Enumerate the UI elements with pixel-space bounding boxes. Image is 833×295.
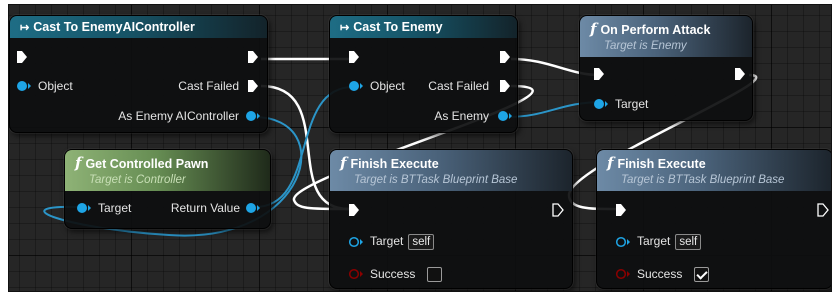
node-title: Cast To EnemyAIController: [33, 20, 195, 34]
blueprint-graph-canvas[interactable]: ↦ Cast To EnemyAIController Object Cast F…: [8, 4, 832, 292]
get-controlled-pawn-node[interactable]: f Get Controlled Pawn Target is Controlle…: [64, 149, 271, 229]
as-enemy-ai-controller-pin-label: As Enemy AIController: [118, 109, 239, 123]
function-icon: f: [590, 20, 597, 38]
target-self-default[interactable]: self: [675, 234, 702, 250]
exec-in-pin-icon[interactable]: [348, 50, 360, 64]
target-pin-icon[interactable]: [76, 202, 92, 214]
exec-out-pin-icon[interactable]: [247, 50, 259, 64]
exec-in-pin-icon[interactable]: [16, 50, 28, 64]
cast-arrow-icon: ↦: [20, 22, 29, 34]
function-icon: f: [340, 154, 347, 172]
exec-out-pin-icon[interactable]: [734, 67, 746, 81]
cast-arrow-icon: ↦: [340, 22, 349, 34]
target-pin-label: Target self: [637, 234, 702, 250]
target-pin-icon[interactable]: [348, 236, 364, 248]
exec-out-pin-icon[interactable]: [499, 50, 511, 64]
exec-in-pin-icon[interactable]: [615, 203, 627, 217]
cast-failed-pin-label: Cast Failed: [178, 79, 239, 93]
node-subtitle: Target is BTTask Blueprint Base: [621, 174, 785, 186]
target-label-text: Target: [370, 234, 404, 248]
node-subtitle: Target is Enemy: [604, 40, 687, 52]
object-pin-label: Object: [370, 79, 405, 93]
target-pin-icon[interactable]: [593, 98, 609, 110]
cast-failed-pin-label: Cast Failed: [428, 79, 489, 93]
node-subtitle: Target is BTTask Blueprint Base: [354, 174, 518, 186]
object-output-pin-icon[interactable]: [245, 110, 261, 122]
node-header[interactable]: f On Perform Attack Target is Enemy: [580, 16, 752, 57]
return-value-pin-icon[interactable]: [245, 202, 261, 214]
cast-to-enemy-ai-controller-node[interactable]: ↦ Cast To EnemyAIController Object Cast F…: [9, 15, 268, 133]
function-icon: f: [75, 154, 82, 172]
function-icon: f: [607, 154, 614, 172]
object-input-pin-icon[interactable]: [348, 80, 364, 92]
node-header[interactable]: ↦ Cast To Enemy: [330, 16, 517, 38]
cast-failed-exec-pin-icon[interactable]: [247, 79, 259, 93]
node-title: Finish Execute: [350, 157, 439, 171]
node-title: Get Controlled Pawn: [85, 157, 209, 171]
target-pin-label: Target: [615, 97, 649, 111]
exec-in-pin-icon[interactable]: [348, 203, 360, 217]
success-pin-icon[interactable]: [615, 268, 631, 280]
node-header[interactable]: f Finish Execute Target is BTTask Bluepri…: [597, 150, 831, 191]
node-title: Finish Execute: [617, 157, 706, 171]
success-pin-label: Success: [637, 267, 683, 281]
success-pin-icon[interactable]: [348, 268, 364, 280]
target-label-text: Target: [637, 234, 671, 248]
node-title: Cast To Enemy: [353, 20, 443, 34]
node-title: On Perform Attack: [600, 23, 711, 37]
target-pin-label: Target: [98, 201, 132, 215]
node-header[interactable]: f Get Controlled Pawn Target is Controlle…: [65, 150, 270, 191]
finish-execute-node-1[interactable]: f Finish Execute Target is BTTask Bluepri…: [329, 149, 573, 289]
node-header[interactable]: f Finish Execute Target is BTTask Bluepri…: [330, 150, 572, 191]
node-subtitle: Target is Controller: [89, 174, 186, 186]
target-self-default[interactable]: self: [408, 234, 435, 250]
finish-execute-node-2[interactable]: f Finish Execute Target is BTTask Bluepri…: [596, 149, 831, 289]
target-pin-icon[interactable]: [615, 236, 631, 248]
success-pin-label: Success: [370, 267, 416, 281]
cast-failed-exec-pin-icon[interactable]: [499, 79, 511, 93]
cast-to-enemy-node[interactable]: ↦ Cast To Enemy Object Cast Failed As Ene…: [329, 15, 518, 133]
exec-out-pin-icon[interactable]: [552, 203, 564, 217]
return-value-pin-label: Return Value: [170, 201, 240, 215]
success-checkbox[interactable]: [694, 267, 709, 282]
object-pin-label: Object: [38, 79, 73, 93]
exec-out-pin-icon[interactable]: [817, 203, 829, 217]
as-enemy-pin-label: As Enemy: [434, 109, 489, 123]
node-header[interactable]: ↦ Cast To EnemyAIController: [10, 16, 267, 38]
target-pin-label: Target self: [370, 234, 435, 250]
object-output-pin-icon[interactable]: [497, 110, 513, 122]
on-perform-attack-node[interactable]: f On Perform Attack Target is Enemy Targe…: [579, 15, 753, 121]
object-input-pin-icon[interactable]: [16, 80, 32, 92]
exec-in-pin-icon[interactable]: [593, 67, 605, 81]
success-checkbox[interactable]: [427, 267, 442, 282]
